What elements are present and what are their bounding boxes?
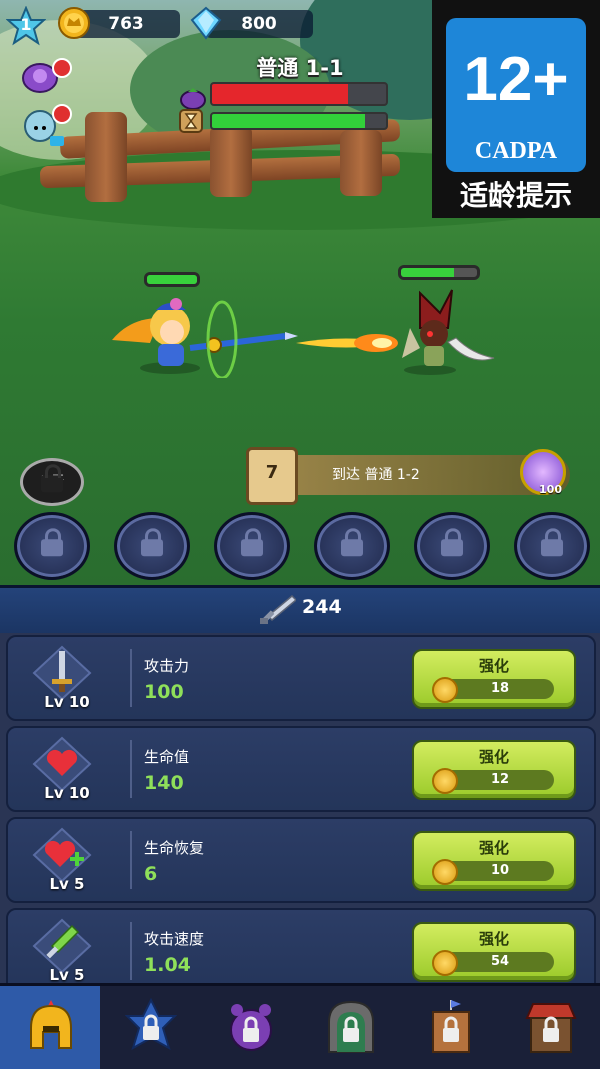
stat-value: 140 bbox=[144, 772, 184, 794]
stat-level: Lv 5 bbox=[49, 875, 85, 893]
lock-icon bbox=[541, 528, 563, 557]
tower-lock-icon bbox=[432, 1000, 470, 1053]
star-lock-icon bbox=[125, 998, 177, 1051]
divider bbox=[130, 649, 132, 707]
upgrade-cost: 18 bbox=[432, 677, 554, 703]
tab-shop[interactable] bbox=[500, 986, 600, 1069]
upgrade-cost: 10 bbox=[432, 859, 554, 885]
fence-post bbox=[85, 112, 127, 202]
upgrade-cost: 54 bbox=[432, 950, 554, 976]
divider bbox=[130, 922, 132, 980]
gold-coin-icon bbox=[58, 7, 90, 39]
lock-icon bbox=[341, 528, 363, 557]
age-rating: 12+ bbox=[463, 45, 569, 114]
stage-progress-fill bbox=[212, 114, 366, 128]
battle-scene: 1 763 800 普通 1-1 7 到达 普通 1-2 100 12+ CAD… bbox=[0, 0, 600, 585]
stat-name: 攻击速度 bbox=[144, 930, 205, 948]
character-video-event-icon[interactable] bbox=[20, 102, 72, 150]
shop-lock-icon bbox=[525, 1003, 577, 1053]
sword-icon bbox=[260, 594, 296, 624]
skill-slot-4[interactable] bbox=[314, 512, 390, 580]
lock-icon bbox=[41, 464, 63, 493]
hourglass-icon bbox=[179, 109, 203, 133]
lock-icon bbox=[41, 528, 63, 557]
upgrade-regen-button[interactable]: 强化 10 bbox=[412, 831, 576, 891]
quest-reward: 100 bbox=[539, 483, 562, 496]
stat-level: Lv 10 bbox=[44, 784, 90, 802]
stage-title: 普通 1-1 bbox=[256, 56, 344, 80]
stat-card-attack-speed: Lv 5 攻击速度 1.04 强化 54 bbox=[6, 908, 596, 983]
gold-value: 763 bbox=[108, 14, 144, 34]
upgrade-health-button[interactable]: 强化 12 bbox=[412, 740, 576, 800]
upgrade-cost-value: 18 bbox=[490, 681, 510, 696]
age-rating-panel: 12+ CADPA bbox=[446, 18, 586, 172]
upgrade-cost-value: 54 bbox=[490, 954, 510, 969]
upgrade-label: 强化 bbox=[478, 930, 509, 948]
combat-power-value: 244 bbox=[302, 596, 342, 618]
upgrade-panel: Lv 10 攻击力 100 强化 18 Lv 10 生命值 140 强化 12 bbox=[0, 633, 600, 983]
gem-icon bbox=[190, 6, 222, 40]
skill-slot-2[interactable] bbox=[114, 512, 190, 580]
tab-pet[interactable] bbox=[200, 986, 300, 1069]
tab-dungeon[interactable] bbox=[300, 986, 400, 1069]
divider bbox=[130, 740, 132, 798]
upgrade-speed-button[interactable]: 强化 54 bbox=[412, 922, 576, 982]
boss-hp-fill bbox=[212, 84, 348, 104]
hero-character bbox=[112, 298, 298, 378]
upgrade-label: 强化 bbox=[478, 748, 509, 766]
hero-hp-bar bbox=[144, 272, 200, 287]
stat-card-attack: Lv 10 攻击力 100 强化 18 bbox=[6, 635, 596, 721]
skill-slot-6[interactable] bbox=[514, 512, 590, 580]
stat-value: 100 bbox=[144, 681, 184, 703]
boss-eggplant-icon bbox=[180, 88, 206, 110]
auto-open-button[interactable]: 自开 bbox=[20, 458, 84, 506]
fence-post bbox=[210, 125, 252, 197]
stage-progress-bar bbox=[210, 112, 388, 130]
stat-level: Lv 5 bbox=[49, 966, 85, 983]
player-level-badge[interactable]: 1 bbox=[5, 5, 47, 46]
gate-lock-icon bbox=[328, 1000, 374, 1053]
stat-name: 攻击力 bbox=[144, 657, 190, 675]
tab-tower[interactable] bbox=[400, 986, 500, 1069]
combat-power-bar: 244 bbox=[0, 585, 600, 636]
fence-post bbox=[340, 130, 382, 196]
upgrade-label: 强化 bbox=[478, 657, 509, 675]
gem-value: 800 bbox=[241, 14, 277, 34]
skill-slot-3[interactable] bbox=[214, 512, 290, 580]
upgrade-cost: 12 bbox=[432, 768, 554, 794]
skill-slot-1[interactable] bbox=[14, 512, 90, 580]
divider bbox=[130, 831, 132, 889]
enemy-mantis bbox=[402, 289, 495, 375]
upgrade-cost-value: 12 bbox=[490, 772, 510, 787]
stat-name: 生命恢复 bbox=[144, 839, 205, 857]
stat-card-health: Lv 10 生命值 140 强化 12 bbox=[6, 726, 596, 812]
upgrade-label: 强化 bbox=[478, 839, 509, 857]
tab-talent[interactable] bbox=[100, 986, 200, 1069]
upgrade-cost-value: 10 bbox=[490, 863, 510, 878]
boss-hp-bar bbox=[210, 82, 388, 106]
rating-org: CADPA bbox=[474, 138, 558, 164]
stat-value: 1.04 bbox=[144, 954, 191, 976]
upgrade-attack-button[interactable]: 强化 18 bbox=[412, 649, 576, 709]
purple-potion-event-icon[interactable] bbox=[20, 56, 72, 96]
bottom-nav bbox=[0, 983, 600, 1069]
helmet-icon bbox=[30, 1000, 72, 1049]
stat-value: 6 bbox=[144, 863, 158, 885]
quest-banner[interactable]: 7 到达 普通 1-2 100 bbox=[246, 447, 570, 505]
stat-card-regen: Lv 5 生命恢复 6 强化 10 bbox=[6, 817, 596, 903]
lock-icon bbox=[241, 528, 263, 557]
quest-text: 到达 普通 1-2 bbox=[332, 467, 420, 483]
stat-level: Lv 10 bbox=[44, 693, 90, 711]
skill-slot-5[interactable] bbox=[414, 512, 490, 580]
rating-hint: 适龄提示 bbox=[459, 179, 572, 212]
lock-icon bbox=[141, 528, 163, 557]
lock-icon bbox=[441, 528, 463, 557]
stat-name: 生命值 bbox=[144, 748, 190, 766]
paw-lock-icon bbox=[230, 1004, 272, 1051]
age-rating-badge: 12+ CADPA 适龄提示 bbox=[432, 0, 600, 218]
player-level: 1 bbox=[20, 15, 32, 34]
tab-hero[interactable] bbox=[0, 986, 100, 1069]
enemy-hp-bar bbox=[398, 265, 480, 280]
quest-number: 7 bbox=[246, 447, 298, 505]
